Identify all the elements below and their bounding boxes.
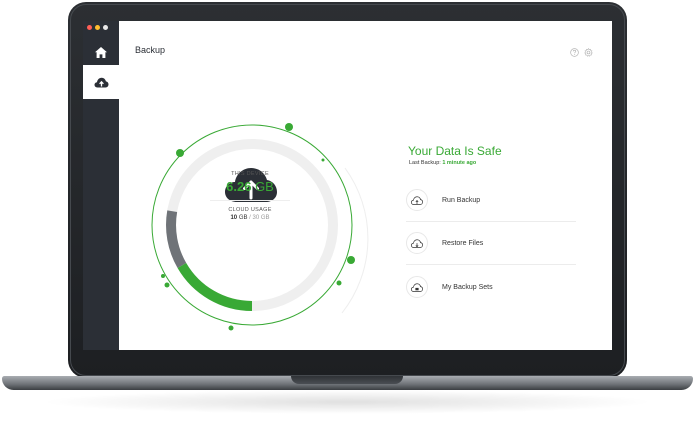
close-window-button[interactable] [87, 25, 92, 30]
dial-marker [336, 280, 342, 286]
cloud-folder-icon [406, 276, 428, 298]
cloud-usage-label: CLOUD USAGE [228, 207, 272, 213]
app-window: Backup THIS DEVICE 6.26 GB CLOUD USAGE 1… [83, 21, 612, 350]
my-backup-sets-button[interactable]: My Backup Sets [406, 268, 576, 306]
dial-marker [164, 282, 170, 288]
home-icon [95, 46, 107, 58]
device-label: THIS DEVICE [231, 171, 269, 177]
laptop-shadow [40, 390, 655, 414]
cloud-total: 30 GB [252, 215, 270, 221]
dial-marker [347, 256, 355, 264]
dial-cloud-arc [177, 262, 253, 311]
run-backup-label: Run Backup [442, 196, 481, 204]
minimize-window-button[interactable] [95, 25, 100, 30]
dial-marker [228, 325, 234, 331]
divider [406, 221, 576, 222]
help-icon[interactable] [570, 44, 579, 62]
window-controls [87, 25, 108, 30]
sidebar-item-backup[interactable] [83, 65, 119, 99]
cloud-download-icon [406, 232, 428, 254]
cloud-used-unit: GB [238, 215, 248, 221]
dial-marker [321, 158, 325, 162]
page-title: Backup [135, 45, 166, 55]
cloud-used: 10 [230, 215, 238, 221]
last-backup: Last Backup: 1 minute ago [409, 160, 476, 166]
laptop-notch [291, 376, 403, 384]
status-title: Your Data Is Safe [408, 144, 502, 158]
restore-files-button[interactable]: Restore Files [406, 224, 576, 262]
dial-readout: THIS DEVICE 6.26 GB CLOUD USAGE 10 GB / … [179, 171, 321, 221]
readout-divider [210, 200, 290, 201]
divider [406, 264, 576, 265]
header-icons [570, 44, 593, 62]
zoom-window-button[interactable] [103, 25, 108, 30]
cloud-upload-icon [406, 189, 428, 211]
cloud-usage-value: 10 GB / 30 GB [179, 215, 321, 221]
device-size-unit: GB [255, 179, 274, 194]
dial-marker [176, 149, 184, 157]
dial-marker [285, 123, 293, 131]
my-backup-sets-label: My Backup Sets [442, 283, 493, 291]
backup-dial [151, 123, 369, 331]
restore-files-label: Restore Files [442, 239, 484, 247]
last-backup-value: 1 minute ago [442, 160, 477, 166]
cloud-usage-separator: / [249, 215, 251, 221]
dial-marker [161, 274, 165, 278]
device-size: 6.26 GB [179, 179, 321, 194]
sidebar-item-home[interactable] [83, 35, 119, 69]
device-size-value: 6.26 [226, 179, 252, 194]
gear-icon[interactable] [584, 44, 593, 62]
last-backup-label: Last Backup: [409, 160, 441, 166]
sidebar [83, 21, 119, 350]
run-backup-button[interactable]: Run Backup [406, 181, 576, 219]
cloud-upload-icon [94, 77, 108, 87]
